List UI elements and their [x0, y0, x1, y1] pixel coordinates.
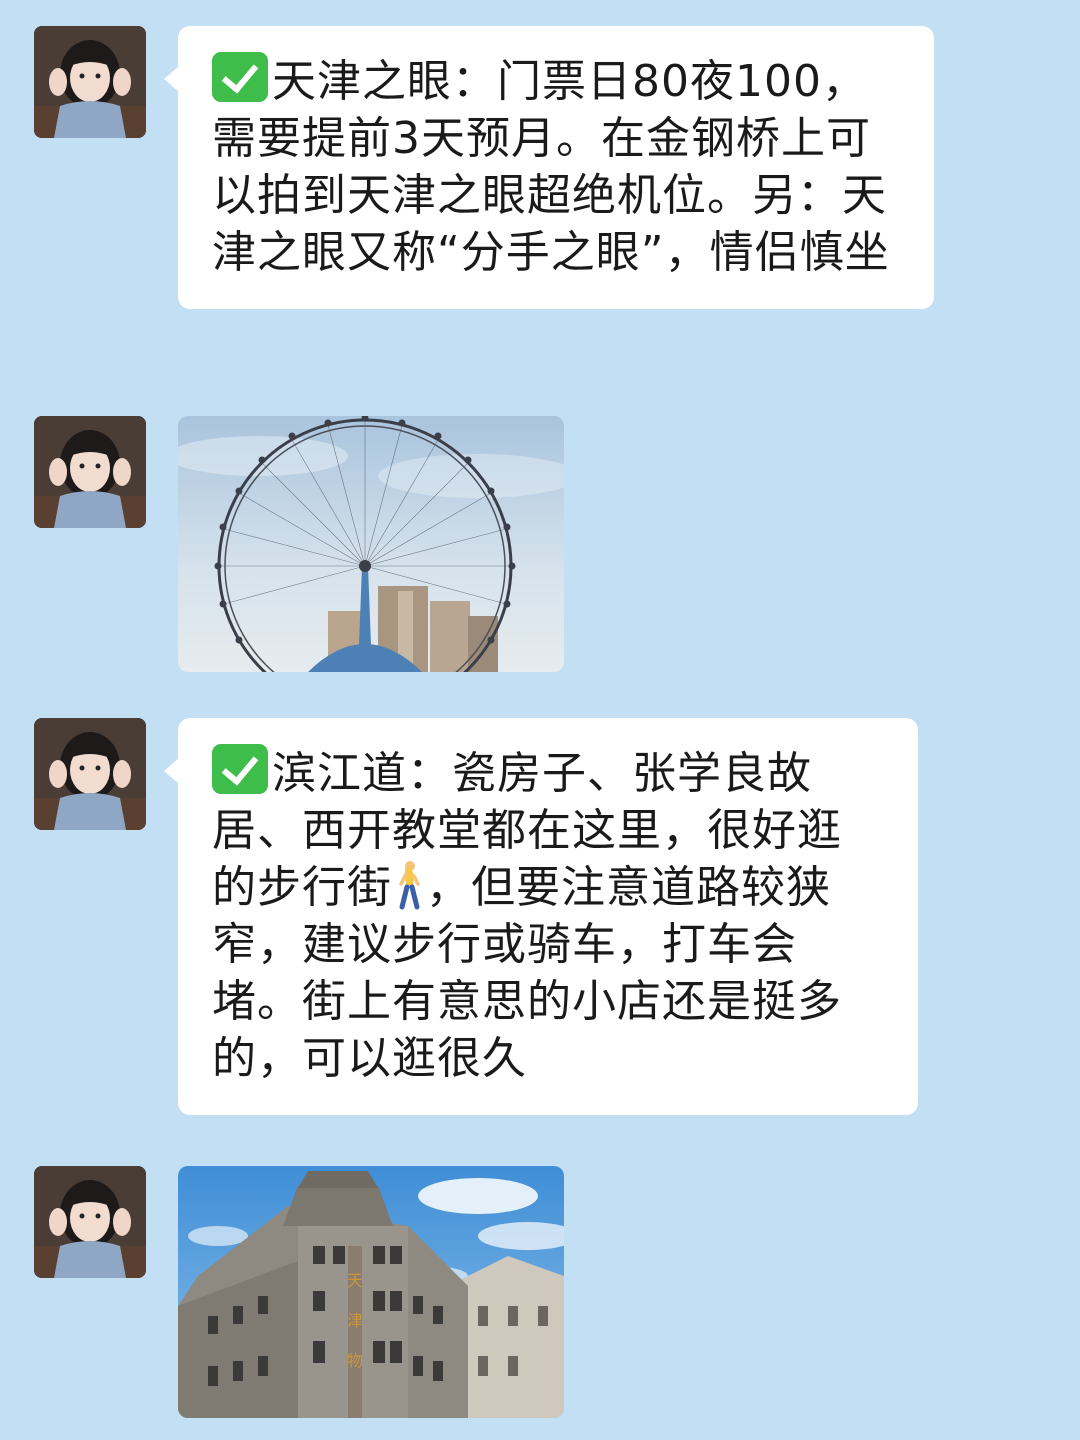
svg-text:天: 天 [347, 1271, 363, 1290]
avatar[interactable] [34, 718, 146, 830]
avatar[interactable] [34, 26, 146, 138]
avatar[interactable] [34, 416, 146, 528]
message-bubble[interactable]: 滨江道：瓷房子、张学良故居、西开教堂都在这里，很好逛的步行街 ，但要注意道路较狭窄… [164, 718, 918, 1115]
ferris-wheel-photo[interactable] [178, 416, 564, 672]
message-bubble[interactable]: 天津之眼：门票日80夜100，需要提前3天预月。在金钢桥上可以拍到天津之眼超绝机… [164, 26, 934, 309]
svg-text:物: 物 [347, 1351, 363, 1370]
avatar[interactable] [34, 1166, 146, 1278]
check-mark-icon [212, 52, 268, 102]
historic-building-photo[interactable]: 天 津 物 [178, 1166, 564, 1418]
svg-text:津: 津 [347, 1311, 363, 1330]
check-mark-icon [212, 744, 268, 794]
message-text: 天津之眼：门票日80夜100，需要提前3天预月。在金钢桥上可以拍到天津之眼超绝机… [212, 56, 890, 278]
walking-person-icon [399, 861, 420, 910]
